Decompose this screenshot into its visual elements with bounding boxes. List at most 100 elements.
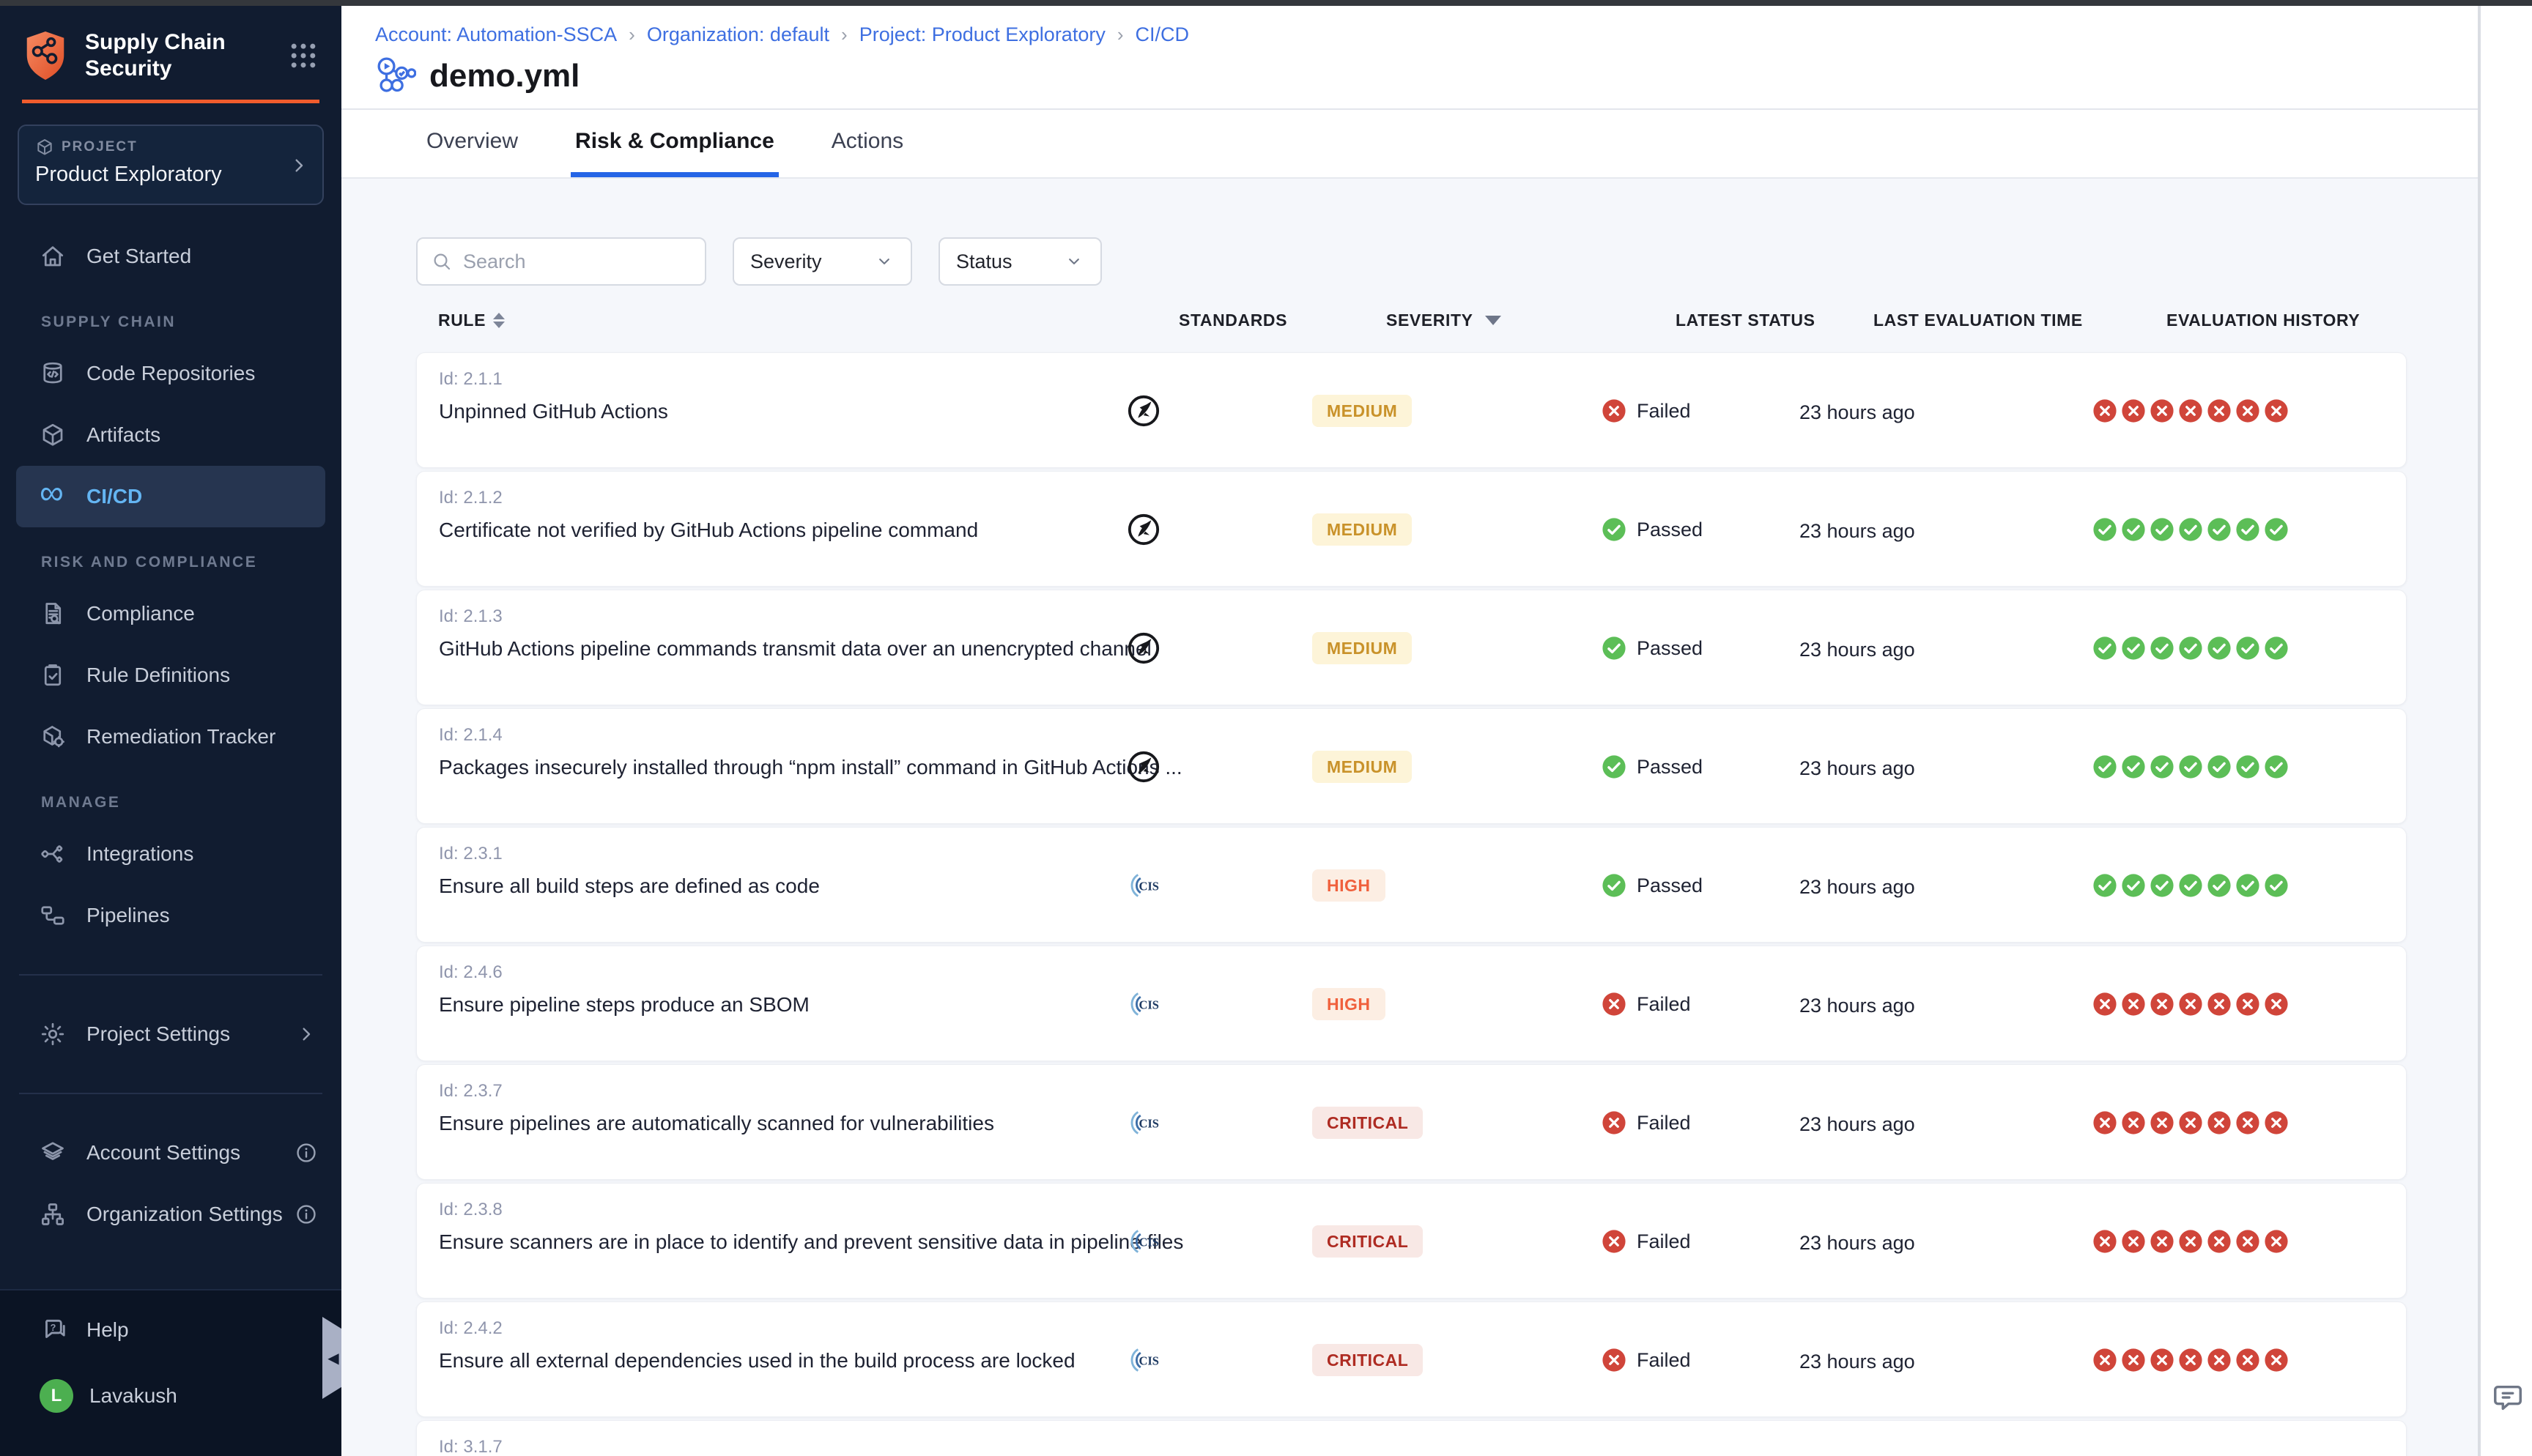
table-row[interactable]: Id: 2.1.4Packages insecurely installed t… — [416, 708, 2407, 824]
failed-icon[interactable] — [2207, 1110, 2232, 1135]
passed-icon[interactable] — [2264, 636, 2289, 661]
info-icon[interactable] — [295, 1141, 318, 1165]
failed-icon[interactable] — [2121, 1348, 2146, 1373]
sidebar-item-artifacts[interactable]: Artifacts — [16, 404, 325, 466]
passed-icon[interactable] — [2235, 636, 2260, 661]
passed-icon[interactable] — [2178, 873, 2203, 898]
failed-icon[interactable] — [2235, 1348, 2260, 1373]
passed-icon[interactable] — [2178, 517, 2203, 542]
breadcrumb-link[interactable]: Organization: default — [647, 23, 829, 46]
passed-icon[interactable] — [2235, 517, 2260, 542]
column-header-severity[interactable]: SEVERITY — [1386, 311, 1501, 330]
passed-icon[interactable] — [2121, 754, 2146, 779]
table-row[interactable]: Id: 2.1.1Unpinned GitHub ActionsMEDIUMFa… — [416, 352, 2407, 468]
failed-icon[interactable] — [2121, 992, 2146, 1017]
project-selector[interactable]: PROJECT Product Exploratory — [18, 125, 324, 205]
failed-icon[interactable] — [2178, 1229, 2203, 1254]
passed-icon[interactable] — [2178, 636, 2203, 661]
table-row[interactable]: Id: 2.3.1Ensure all build steps are defi… — [416, 827, 2407, 943]
failed-icon[interactable] — [2235, 398, 2260, 423]
table-row[interactable]: Id: 2.4.2Ensure all external dependencie… — [416, 1301, 2407, 1417]
sidebar-item-organization-settings[interactable]: Organization Settings — [16, 1184, 325, 1245]
passed-icon[interactable] — [2121, 873, 2146, 898]
passed-icon[interactable] — [2092, 636, 2117, 661]
passed-icon[interactable] — [2150, 754, 2174, 779]
failed-icon[interactable] — [2121, 398, 2146, 423]
failed-icon[interactable] — [2264, 1229, 2289, 1254]
sidebar-item-integrations[interactable]: Integrations — [16, 823, 325, 885]
tab-overview[interactable]: Overview — [422, 110, 522, 177]
sidebar-item-pipelines[interactable]: Pipelines — [16, 885, 325, 946]
sidebar-item-rule-definitions[interactable]: Rule Definitions — [16, 645, 325, 706]
table-row[interactable]: Id: 2.3.8Ensure scanners are in place to… — [416, 1183, 2407, 1299]
breadcrumb-link[interactable]: Account: Automation-SSCA — [375, 23, 617, 46]
search-input[interactable] — [463, 250, 683, 273]
passed-icon[interactable] — [2207, 873, 2232, 898]
failed-icon[interactable] — [2092, 398, 2117, 423]
passed-icon[interactable] — [2264, 754, 2289, 779]
help-button[interactable]: ? Help — [16, 1299, 325, 1361]
sidebar-item-get-started[interactable]: Get Started — [16, 226, 325, 287]
passed-icon[interactable] — [2150, 636, 2174, 661]
failed-icon[interactable] — [2264, 398, 2289, 423]
passed-icon[interactable] — [2121, 636, 2146, 661]
column-header-rule[interactable]: RULE — [438, 311, 505, 330]
tab-risk-compliance[interactable]: Risk & Compliance — [571, 110, 779, 177]
passed-icon[interactable] — [2235, 754, 2260, 779]
failed-icon[interactable] — [2178, 1110, 2203, 1135]
breadcrumb-link[interactable]: Project: Product Exploratory — [859, 23, 1106, 46]
passed-icon[interactable] — [2150, 873, 2174, 898]
failed-icon[interactable] — [2235, 1110, 2260, 1135]
failed-icon[interactable] — [2150, 1348, 2174, 1373]
passed-icon[interactable] — [2207, 636, 2232, 661]
table-row[interactable]: Id: 3.1.7CISCRITICALFailed23 hours ago — [416, 1420, 2407, 1456]
passed-icon[interactable] — [2207, 517, 2232, 542]
breadcrumb-link[interactable]: CI/CD — [1136, 23, 1190, 46]
table-row[interactable]: Id: 2.3.7Ensure pipelines are automatica… — [416, 1064, 2407, 1180]
search-box[interactable] — [416, 237, 706, 286]
failed-icon[interactable] — [2207, 1348, 2232, 1373]
failed-icon[interactable] — [2150, 1229, 2174, 1254]
passed-icon[interactable] — [2150, 517, 2174, 542]
sidebar-item-ci-cd[interactable]: ∞CI/CD — [16, 466, 325, 527]
failed-icon[interactable] — [2121, 1229, 2146, 1254]
passed-icon[interactable] — [2092, 754, 2117, 779]
sidebar-item-account-settings[interactable]: Account Settings — [16, 1122, 325, 1184]
failed-icon[interactable] — [2150, 398, 2174, 423]
sidebar-item-remediation-tracker[interactable]: Remediation Tracker — [16, 706, 325, 768]
table-row[interactable]: Id: 2.1.2Certificate not verified by Git… — [416, 471, 2407, 587]
sidebar-item-code-repositories[interactable]: Code Repositories — [16, 343, 325, 404]
failed-icon[interactable] — [2150, 992, 2174, 1017]
sidebar-item-compliance[interactable]: Compliance — [16, 583, 325, 645]
passed-icon[interactable] — [2092, 517, 2117, 542]
passed-icon[interactable] — [2092, 873, 2117, 898]
failed-icon[interactable] — [2092, 1110, 2117, 1135]
passed-icon[interactable] — [2207, 754, 2232, 779]
chat-assistant-icon[interactable] — [2491, 1381, 2525, 1415]
failed-icon[interactable] — [2264, 1348, 2289, 1373]
failed-icon[interactable] — [2178, 992, 2203, 1017]
passed-icon[interactable] — [2121, 517, 2146, 542]
sidebar-item-project-settings[interactable]: Project Settings — [16, 1003, 325, 1065]
failed-icon[interactable] — [2178, 1348, 2203, 1373]
table-row[interactable]: Id: 2.4.6Ensure pipeline steps produce a… — [416, 946, 2407, 1061]
failed-icon[interactable] — [2235, 1229, 2260, 1254]
app-grid-icon[interactable] — [287, 40, 319, 72]
severity-filter-dropdown[interactable]: Severity — [733, 237, 912, 286]
failed-icon[interactable] — [2207, 992, 2232, 1017]
passed-icon[interactable] — [2264, 873, 2289, 898]
failed-icon[interactable] — [2178, 398, 2203, 423]
status-filter-dropdown[interactable]: Status — [939, 237, 1102, 286]
failed-icon[interactable] — [2150, 1110, 2174, 1135]
passed-icon[interactable] — [2235, 873, 2260, 898]
failed-icon[interactable] — [2092, 1229, 2117, 1254]
passed-icon[interactable] — [2178, 754, 2203, 779]
failed-icon[interactable] — [2264, 1110, 2289, 1135]
failed-icon[interactable] — [2207, 1229, 2232, 1254]
table-row[interactable]: Id: 2.1.3GitHub Actions pipeline command… — [416, 590, 2407, 705]
failed-icon[interactable] — [2092, 1348, 2117, 1373]
info-icon[interactable] — [295, 1203, 318, 1226]
passed-icon[interactable] — [2264, 517, 2289, 542]
failed-icon[interactable] — [2092, 992, 2117, 1017]
failed-icon[interactable] — [2121, 1110, 2146, 1135]
